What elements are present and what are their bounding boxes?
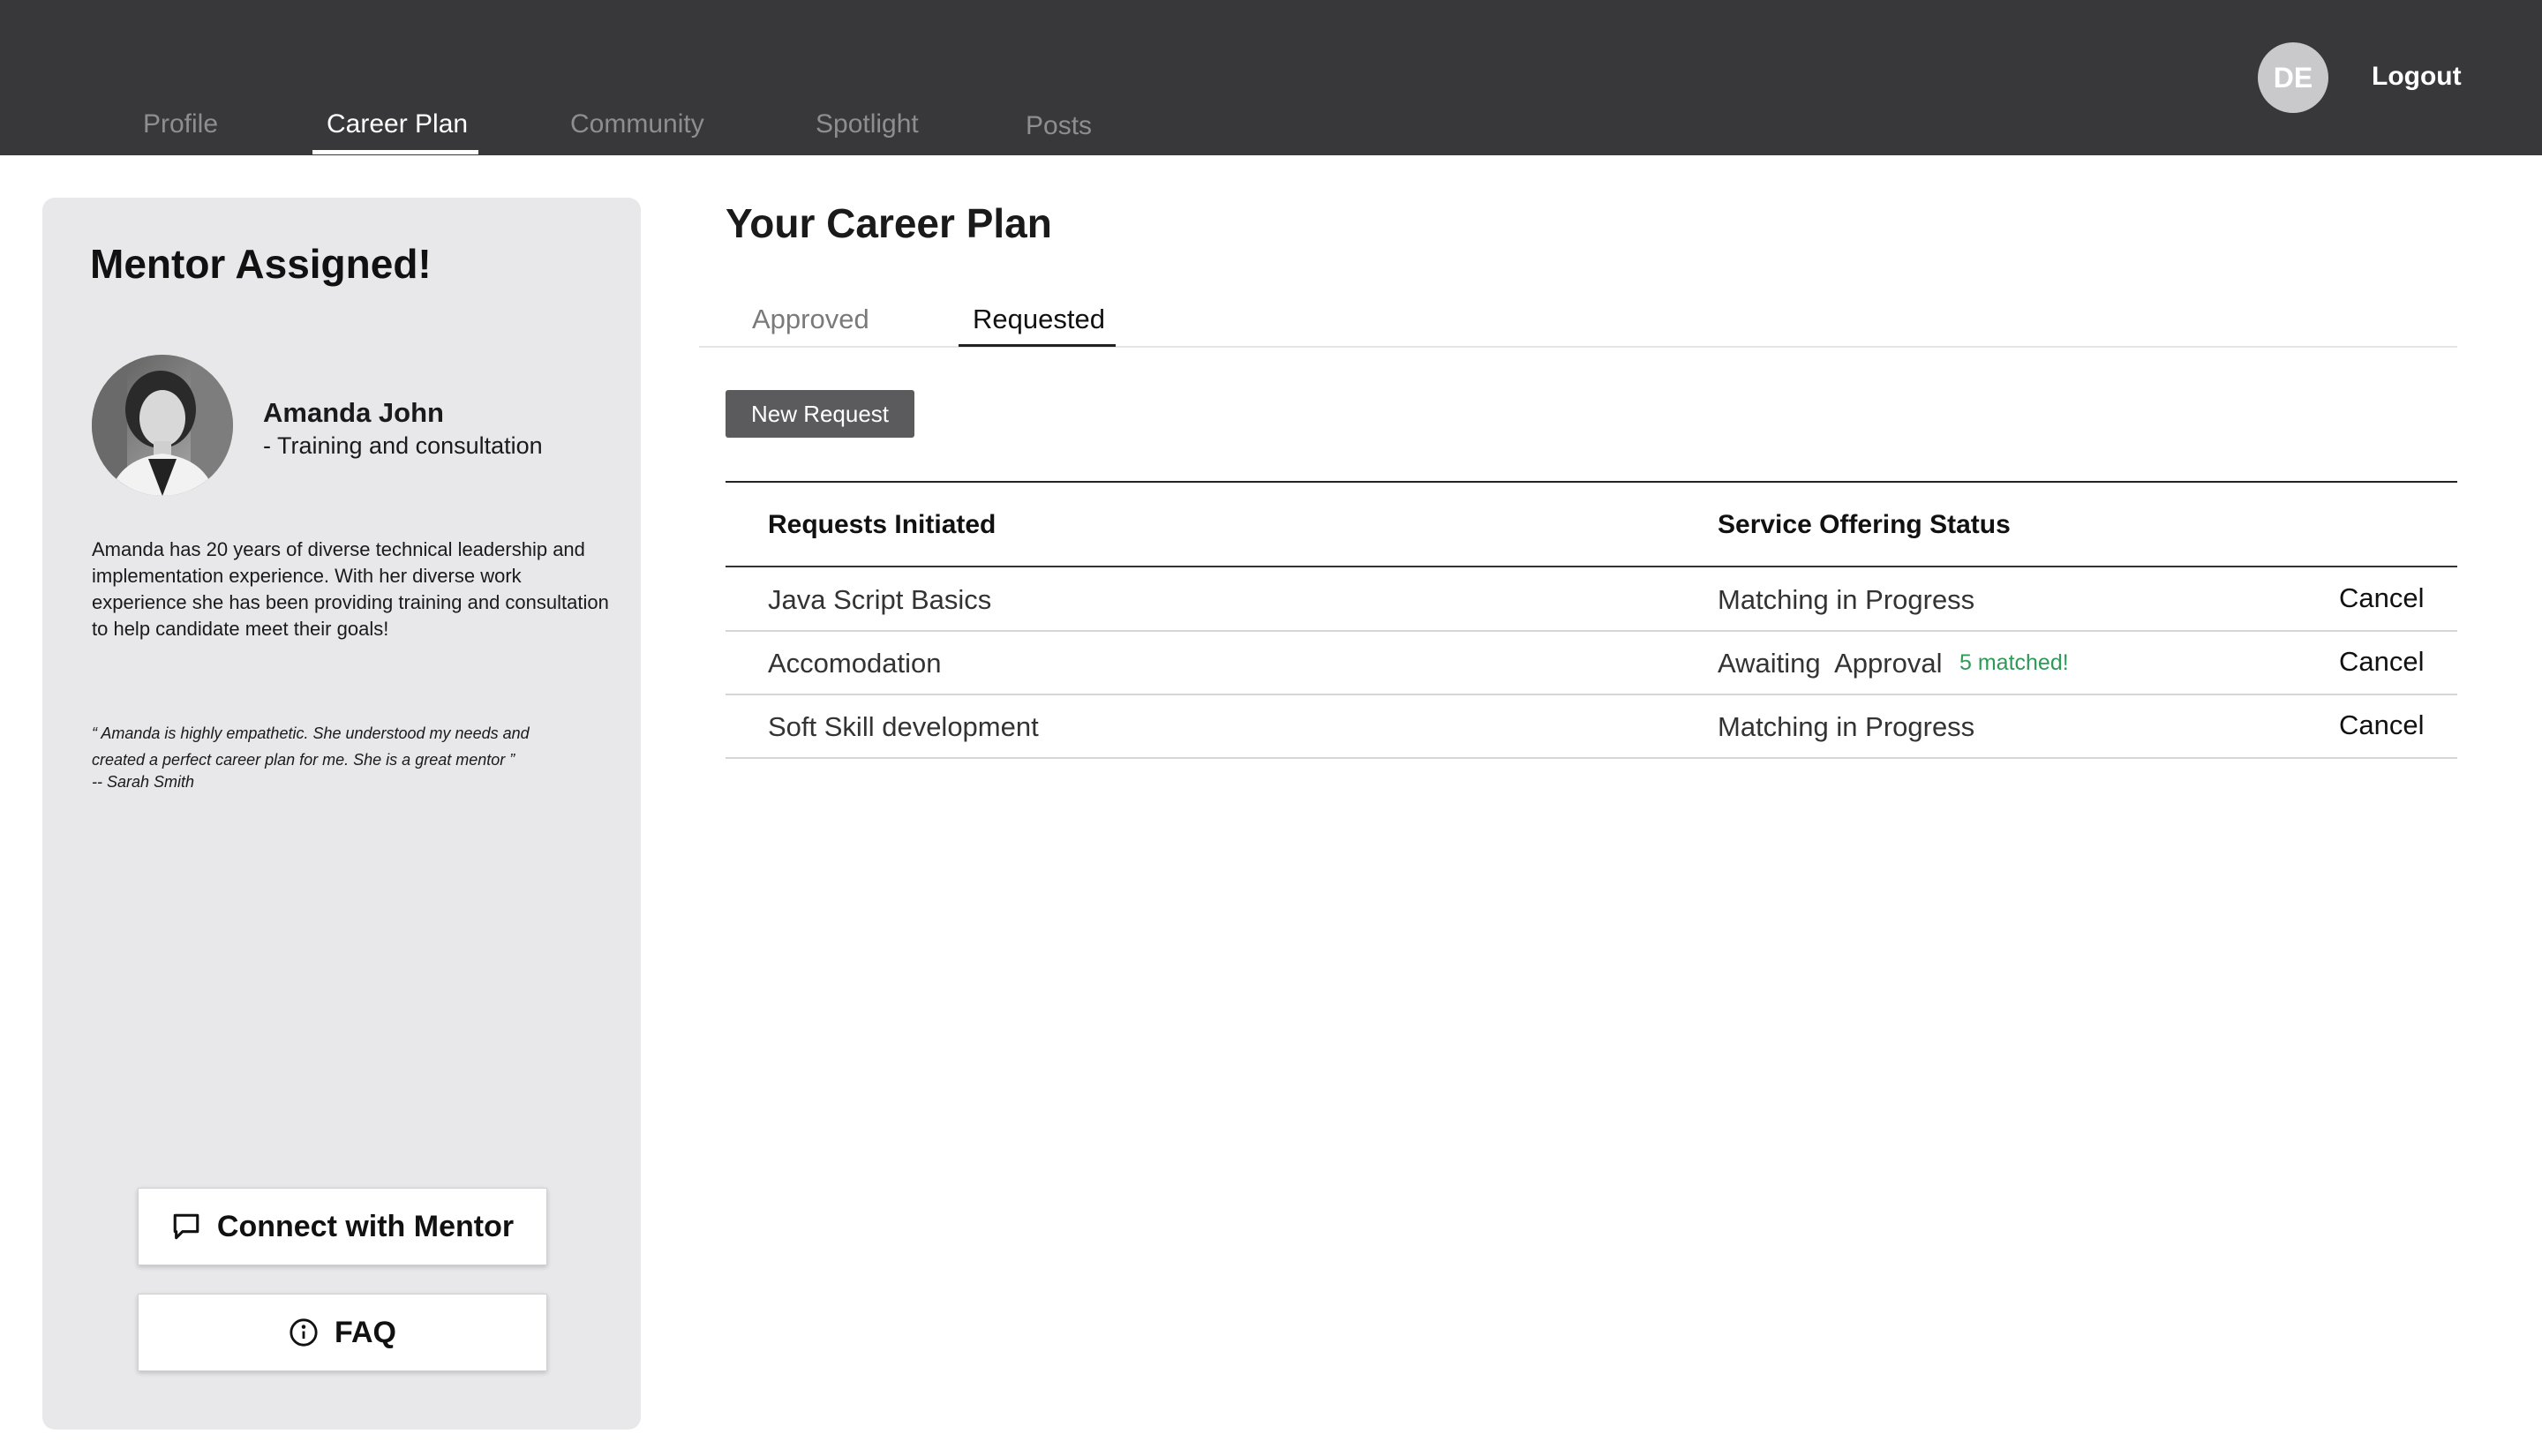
- mentor-bio: Amanda has 20 years of diverse technical…: [92, 538, 609, 640]
- row-divider: [726, 630, 2457, 632]
- nav-tab-posts[interactable]: Posts: [1026, 111, 1092, 141]
- mentor-role: - Training and consultation: [263, 432, 543, 459]
- cancel-button[interactable]: Cancel: [2339, 646, 2425, 678]
- tab-approved[interactable]: Approved: [752, 304, 869, 335]
- mentor-photo: [92, 355, 233, 496]
- mentor-name: Amanda John: [263, 397, 444, 428]
- mentor-panel: Mentor Assigned! Amanda John - Training …: [42, 198, 641, 1430]
- page-title: Your Career Plan: [726, 200, 1052, 246]
- tab-requested[interactable]: Requested: [973, 304, 1105, 335]
- matched-badge: 5 matched!: [1959, 650, 2069, 675]
- request-name: Accomodation: [768, 648, 942, 679]
- testimonial-author: -- Sarah Smith: [92, 773, 195, 791]
- active-nav-indicator: [312, 150, 478, 154]
- request-status: Awaiting Approval: [1718, 648, 1943, 679]
- nav-tab-profile[interactable]: Profile: [143, 109, 218, 139]
- nav-tab-community[interactable]: Community: [570, 109, 704, 139]
- info-circle-icon: [289, 1317, 319, 1347]
- user-avatar[interactable]: DE: [2258, 42, 2328, 113]
- row-divider: [726, 694, 2457, 695]
- top-navigation-bar: Profile Career Plan Community Spotlight …: [0, 0, 2542, 155]
- active-tab-indicator: [959, 344, 1116, 347]
- mentor-panel-title: Mentor Assigned!: [90, 241, 432, 287]
- row-divider: [726, 757, 2457, 759]
- connect-with-mentor-button[interactable]: Connect with Mentor: [138, 1188, 547, 1265]
- new-request-button[interactable]: New Request: [726, 390, 914, 438]
- table-header-border: [726, 566, 2457, 567]
- request-status: Matching in Progress: [1718, 711, 1975, 742]
- faq-button[interactable]: FAQ: [138, 1294, 547, 1371]
- cancel-button[interactable]: Cancel: [2339, 709, 2425, 741]
- nav-tab-career-plan[interactable]: Career Plan: [327, 109, 468, 139]
- request-name: Java Script Basics: [768, 584, 992, 615]
- column-header-status: Service Offering Status: [1718, 510, 2011, 539]
- faq-button-label: FAQ: [335, 1315, 396, 1349]
- logout-link[interactable]: Logout: [2372, 62, 2462, 92]
- cancel-button[interactable]: Cancel: [2339, 582, 2425, 614]
- testimonial-quote: “ Amanda is highly empathetic. She under…: [92, 724, 530, 769]
- connect-button-label: Connect with Mentor: [216, 1209, 515, 1243]
- chat-bubble-icon: [171, 1212, 201, 1242]
- nav-tab-spotlight[interactable]: Spotlight: [816, 109, 919, 139]
- table-top-border: [726, 481, 2457, 483]
- request-status: Matching in Progress: [1718, 584, 1975, 615]
- request-name: Soft Skill development: [768, 711, 1039, 742]
- column-header-requests: Requests Initiated: [768, 510, 996, 539]
